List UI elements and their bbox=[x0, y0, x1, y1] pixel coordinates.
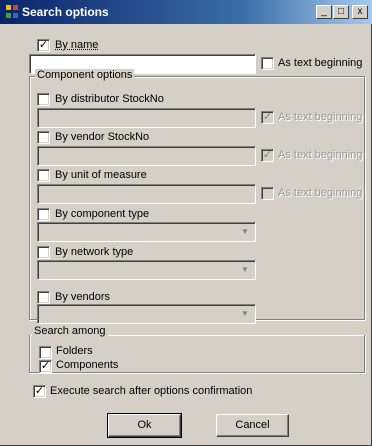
vendors-label: By vendors bbox=[55, 291, 111, 303]
execute-after-confirm-checkbox[interactable]: ✓ bbox=[33, 385, 46, 398]
search-among-legend: Search among bbox=[32, 325, 108, 337]
maximize-icon: □ bbox=[337, 6, 345, 17]
component-type-label: By component type bbox=[55, 208, 150, 220]
close-button[interactable]: x bbox=[352, 5, 368, 19]
check-mark-icon: ✓ bbox=[262, 111, 273, 123]
close-icon: x bbox=[357, 6, 363, 17]
unit-as-text-checkbox[interactable] bbox=[261, 187, 274, 200]
component-type-select[interactable]: ▼ bbox=[37, 222, 256, 242]
vendor-as-text-checkbox[interactable]: ✓ bbox=[261, 149, 274, 162]
check-mark-icon: ✓ bbox=[262, 149, 273, 161]
name-as-text-beginning-checkbox[interactable] bbox=[261, 57, 274, 70]
title-bar[interactable]: Search options _ □ x bbox=[0, 0, 372, 24]
vendor-stockno-input[interactable] bbox=[37, 146, 256, 166]
vendors-checkbox[interactable] bbox=[37, 291, 50, 304]
by-name-checkbox[interactable]: ✓ bbox=[37, 39, 50, 52]
network-type-select[interactable]: ▼ bbox=[37, 260, 256, 280]
unit-of-measure-checkbox[interactable] bbox=[37, 169, 50, 182]
window-title: Search options bbox=[22, 5, 109, 19]
vendor-stockno-label: By vendor StockNo bbox=[55, 131, 150, 143]
folders-label: Folders bbox=[56, 345, 93, 357]
vendor-as-text-label: As text beginning bbox=[278, 149, 363, 161]
check-mark-icon: ✓ bbox=[40, 360, 51, 372]
network-type-label: By network type bbox=[55, 246, 134, 258]
ok-button[interactable]: Ok bbox=[107, 413, 182, 438]
unit-of-measure-label: By unit of measure bbox=[55, 169, 147, 181]
component-options-legend: Component options bbox=[35, 69, 135, 81]
search-options-dialog: Search options _ □ x ✓ By name As text b… bbox=[0, 0, 372, 446]
maximize-button[interactable]: □ bbox=[333, 5, 349, 19]
unit-of-measure-input[interactable] bbox=[37, 184, 256, 204]
check-mark-icon: ✓ bbox=[34, 385, 45, 397]
execute-after-confirm-label: Execute search after options confirmatio… bbox=[50, 385, 253, 397]
chevron-down-icon[interactable]: ▼ bbox=[237, 263, 253, 277]
app-icon bbox=[6, 5, 18, 18]
chevron-down-icon[interactable]: ▼ bbox=[237, 307, 253, 321]
check-mark-icon: ✓ bbox=[38, 39, 49, 51]
components-checkbox[interactable]: ✓ bbox=[39, 360, 52, 373]
unit-as-text-label: As text beginning bbox=[278, 187, 363, 199]
distributor-as-text-checkbox[interactable]: ✓ bbox=[261, 111, 274, 124]
chevron-down-icon[interactable]: ▼ bbox=[237, 225, 253, 239]
network-type-checkbox[interactable] bbox=[37, 246, 50, 259]
vendor-stockno-checkbox[interactable] bbox=[37, 131, 50, 144]
name-as-text-beginning-label: As text beginning bbox=[278, 57, 363, 69]
components-label: Components bbox=[56, 359, 119, 371]
minimize-button[interactable]: _ bbox=[316, 5, 332, 19]
folders-checkbox[interactable] bbox=[39, 346, 52, 359]
cancel-button[interactable]: Cancel bbox=[216, 414, 289, 437]
distributor-as-text-label: As text beginning bbox=[278, 111, 363, 123]
component-type-checkbox[interactable] bbox=[37, 208, 50, 221]
distributor-stockno-label: By distributor StockNo bbox=[55, 93, 164, 105]
by-name-label: By name bbox=[55, 39, 99, 51]
distributor-stockno-checkbox[interactable] bbox=[37, 93, 50, 106]
minimize-icon: _ bbox=[321, 6, 327, 17]
vendors-select[interactable]: ▼ bbox=[37, 304, 256, 324]
distributor-stockno-input[interactable] bbox=[37, 108, 256, 128]
